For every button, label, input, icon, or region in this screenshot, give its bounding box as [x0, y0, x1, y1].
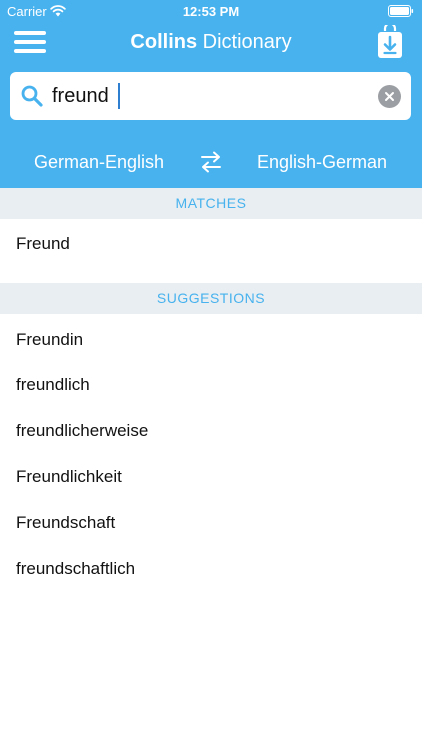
app-title-brand: Collins	[130, 31, 198, 53]
status-time: 12:53 PM	[182, 4, 240, 19]
suggestion-item[interactable]: Freundin	[0, 317, 422, 363]
close-icon	[385, 92, 394, 101]
suggestion-item[interactable]: Freundlichkeit	[0, 454, 422, 500]
search-icon	[21, 85, 43, 107]
status-bar: Carrier 12:53 PM	[0, 0, 422, 22]
language-english-german[interactable]: English-German	[257, 152, 387, 173]
language-bar: German-English English-German	[0, 140, 422, 184]
suggestion-item[interactable]: freundschaftlich	[0, 546, 422, 592]
download-icon[interactable]	[376, 25, 404, 59]
battery-icon	[388, 5, 414, 17]
navigation-bar: Collins Dictionary	[0, 22, 422, 68]
suggestion-item[interactable]: freundlich	[0, 362, 422, 408]
app-title-rest: Dictionary	[197, 31, 292, 53]
search-input[interactable]	[52, 80, 372, 112]
suggestion-item[interactable]: freundlicherweise	[0, 408, 422, 454]
match-item[interactable]: Freund	[0, 221, 422, 267]
swap-arrows-icon[interactable]	[199, 151, 223, 173]
text-cursor	[118, 83, 120, 109]
app-title: Collins Dictionary	[0, 31, 422, 54]
matches-header: MATCHES	[0, 188, 422, 219]
suggestions-header: SUGGESTIONS	[0, 283, 422, 314]
header-panel: Carrier 12:53 PM Collins Dictionary freu…	[0, 0, 422, 188]
clear-search-button[interactable]	[378, 85, 401, 108]
suggestion-item[interactable]: Freundschaft	[0, 500, 422, 546]
language-german-english[interactable]: German-English	[34, 152, 164, 173]
search-box[interactable]	[10, 72, 411, 120]
